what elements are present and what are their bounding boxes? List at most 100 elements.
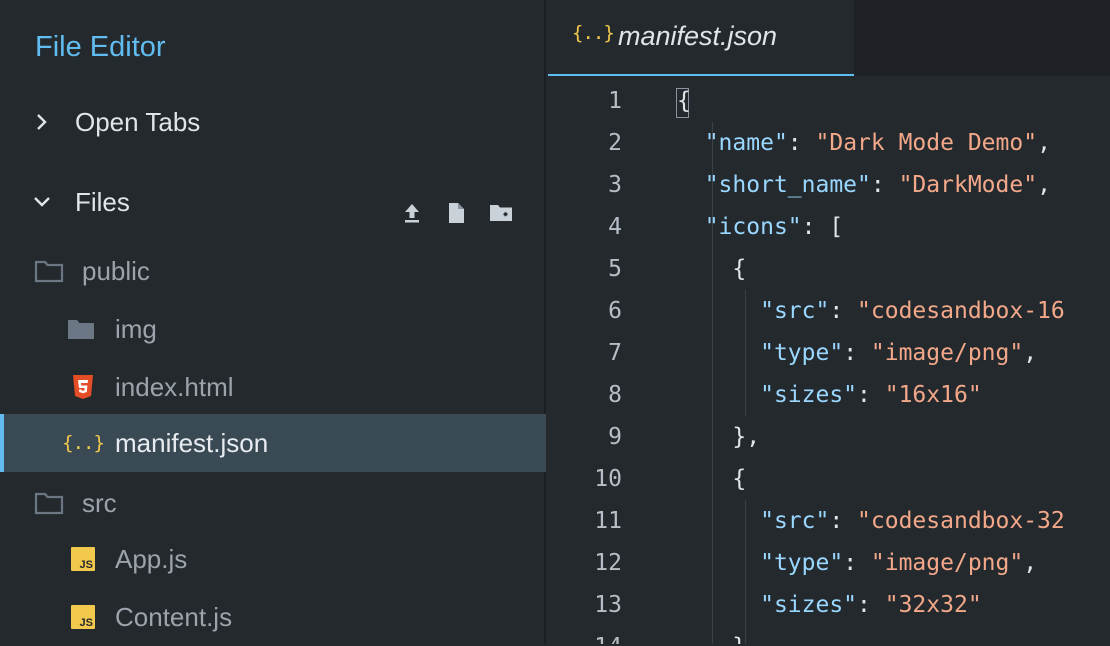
json-key-token: "icons" (704, 214, 802, 240)
punctuation-token (677, 298, 760, 324)
code-text: "name": "Dark Mode Demo", (677, 122, 1051, 164)
code-line[interactable]: 3 "short_name": "DarkMode", (548, 164, 1110, 206)
code-line[interactable]: 14 } (548, 626, 1110, 644)
json-string-token: "Dark Mode Demo" (815, 130, 1038, 156)
tree-item-file[interactable]: index.html (0, 358, 546, 416)
code-line[interactable]: 11 "src": "codesandbox-32 (548, 500, 1110, 542)
code-text: "sizes": "32x32" (677, 584, 982, 626)
punctuation-token (677, 550, 760, 576)
tree-item-folder[interactable]: src (0, 474, 546, 532)
code-line[interactable]: 5 { (548, 248, 1110, 290)
json-key-token: "src" (760, 508, 830, 534)
tree-item-label: manifest.json (115, 428, 269, 458)
folder-outline-icon (34, 489, 64, 517)
code-line[interactable]: 9 }, (548, 416, 1110, 458)
line-number: 3 (608, 172, 622, 198)
punctuation-token: : (857, 592, 885, 618)
line-number: 11 (594, 508, 622, 534)
folder-outline-icon (34, 257, 64, 285)
punctuation-token: { (677, 256, 747, 282)
code-text: { (677, 80, 691, 122)
punctuation-token: : (787, 130, 816, 156)
line-number: 8 (608, 382, 622, 408)
section-label: Files (75, 187, 130, 217)
upload-icon[interactable] (400, 190, 424, 223)
json-key-token: "type" (760, 550, 844, 576)
section-files[interactable]: Files (0, 176, 546, 228)
tree-item-label: index.html (115, 372, 234, 402)
code-line[interactable]: 2 "name": "Dark Mode Demo", (548, 122, 1110, 164)
line-number: 14 (562, 626, 622, 644)
json-braces-icon: {..} (62, 432, 105, 454)
code-line[interactable]: 4 "icons": [ (548, 206, 1110, 248)
code-editor: {..} manifest.json 1{2 "name": "Dark Mod… (548, 0, 1110, 644)
json-string-token: "16x16" (884, 382, 982, 408)
json-string-token: "codesandbox-32 (857, 508, 1065, 534)
section-open-tabs[interactable]: Open Tabs (0, 96, 546, 148)
punctuation-token: : (843, 550, 871, 576)
punctuation-token: } (677, 634, 746, 644)
new-file-icon[interactable] (444, 190, 468, 223)
line-number: 2 (608, 130, 622, 156)
line-number: 4 (608, 214, 622, 240)
file-explorer-sidebar: File Editor Open Tabs Files public img i… (0, 0, 546, 644)
punctuation-token (677, 214, 705, 240)
new-folder-icon[interactable] (488, 190, 512, 221)
json-string-token: "DarkMode" (898, 172, 1038, 198)
punctuation-token: { (677, 88, 691, 114)
code-line[interactable]: 12 "type": "image/png", (548, 542, 1110, 584)
punctuation-token: { (677, 466, 747, 492)
editor-tab-manifest[interactable]: {..} manifest.json (548, 0, 854, 76)
tree-item-folder[interactable]: img (0, 300, 546, 358)
code-text: } (677, 626, 746, 644)
chevron-down-icon (32, 176, 52, 228)
code-text: "sizes": "16x16" (677, 374, 982, 416)
punctuation-token: : (857, 382, 885, 408)
code-text: "icons": [ (677, 206, 843, 248)
json-key-token: "short_name" (704, 172, 871, 198)
line-number: 1 (608, 88, 622, 114)
punctuation-token: }, (677, 424, 761, 450)
line-number: 10 (594, 466, 622, 492)
sidebar-title: File Editor (35, 31, 166, 63)
json-string-token: "32x32" (884, 592, 982, 618)
punctuation-token (677, 508, 760, 534)
json-braces-icon: {..} (572, 22, 615, 44)
code-text: "src": "codesandbox-16 (677, 290, 1065, 332)
punctuation-token: , (1023, 550, 1038, 576)
tree-item-file[interactable]: JS Content.js (0, 588, 546, 646)
line-number: 9 (608, 424, 622, 450)
punctuation-token: : (829, 508, 858, 534)
code-line[interactable]: 10 { (548, 458, 1110, 500)
json-key-token: "sizes" (760, 382, 858, 408)
code-line[interactable]: 8 "sizes": "16x16" (548, 374, 1110, 416)
punctuation-token: , (1037, 172, 1051, 198)
code-text: "short_name": "DarkMode", (677, 164, 1051, 206)
json-string-token: "codesandbox-16 (857, 298, 1065, 324)
punctuation-token (677, 172, 705, 198)
tree-item-label: App.js (115, 544, 188, 574)
punctuation-token: : [ (801, 214, 844, 240)
json-key-token: "type" (760, 340, 844, 366)
code-line[interactable]: 6 "src": "codesandbox-16 (548, 290, 1110, 332)
code-area[interactable]: 1{2 "name": "Dark Mode Demo", 3 "short_na… (548, 80, 1110, 644)
tree-item-folder[interactable]: public (0, 242, 546, 300)
code-text: }, (677, 416, 760, 458)
code-text: { (677, 248, 746, 290)
code-line[interactable]: 7 "type": "image/png", (548, 332, 1110, 374)
tree-item-file-active[interactable]: {..} manifest.json (0, 414, 546, 472)
code-line[interactable]: 13 "sizes": "32x32" (548, 584, 1110, 626)
editor-tab-bar: {..} manifest.json (548, 0, 1110, 76)
line-number: 7 (608, 340, 622, 366)
line-number: 12 (594, 550, 622, 576)
code-text: "type": "image/png", (677, 542, 1037, 584)
json-string-token: "image/png" (870, 550, 1024, 576)
tree-item-file[interactable]: JS App.js (0, 530, 546, 588)
tree-item-label: src (82, 488, 117, 518)
code-line[interactable]: 1{ (548, 80, 1110, 122)
line-number: 6 (608, 298, 622, 324)
tree-item-label: Content.js (115, 602, 233, 632)
code-text: "src": "codesandbox-32 (677, 500, 1065, 542)
code-text: { (677, 458, 746, 500)
punctuation-token: : (870, 172, 899, 198)
